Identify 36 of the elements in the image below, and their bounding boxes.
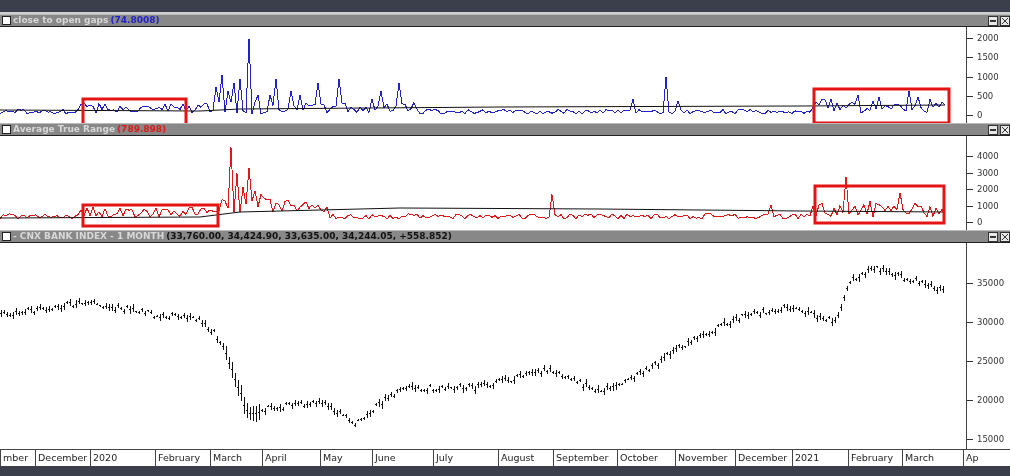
axis-label: 500 (967, 90, 1010, 102)
axis-label: 30000 (967, 317, 1010, 328)
pane-value: (33,760.00, 34,424.90, 33,635.00, 34,244.05, +558.852) (166, 231, 452, 242)
axis-label: 15000 (967, 434, 1010, 445)
minimize-button[interactable] (988, 231, 998, 242)
minimize-icon (990, 17, 996, 24)
close-icon (1002, 233, 1008, 240)
axis-label: 2000 (967, 33, 1010, 44)
axis-label: 20000 (967, 395, 1010, 406)
pane-toggle[interactable] (2, 125, 11, 134)
axis-label: 4000 (967, 151, 1010, 162)
minimize-button[interactable] (988, 15, 998, 26)
close-icon (1002, 17, 1008, 24)
pane-toggle[interactable] (2, 232, 11, 241)
pane-title: - CNX BANK INDEX - 1 MONTH (13, 231, 165, 242)
minimize-icon (990, 233, 996, 240)
minimize-icon (990, 126, 996, 133)
axis-label: 3000 (967, 167, 1010, 179)
minimize-button[interactable] (988, 124, 998, 135)
close-icon (1002, 126, 1008, 133)
pane-value: (789.898) (117, 124, 167, 135)
close-button[interactable] (1000, 231, 1010, 242)
pane-toggle[interactable] (2, 16, 11, 25)
pane-value: (74.8008) (110, 15, 160, 26)
pane-title: Average True Range (13, 124, 115, 135)
axis-label: 2000 (967, 184, 1010, 195)
pane-title: close to open gaps (13, 15, 109, 26)
axis-label: 1000 (967, 200, 1010, 212)
axis-label: 25000 (967, 356, 1010, 367)
close-button[interactable] (1000, 15, 1010, 26)
axis-label: 35000 (967, 278, 1010, 289)
axis-label: 1500 (967, 52, 1010, 64)
axis-label: 1000 (967, 71, 1010, 83)
axis-label: 0 (967, 110, 1010, 121)
close-button[interactable] (1000, 124, 1010, 135)
axis-label: 0 (967, 217, 1010, 228)
